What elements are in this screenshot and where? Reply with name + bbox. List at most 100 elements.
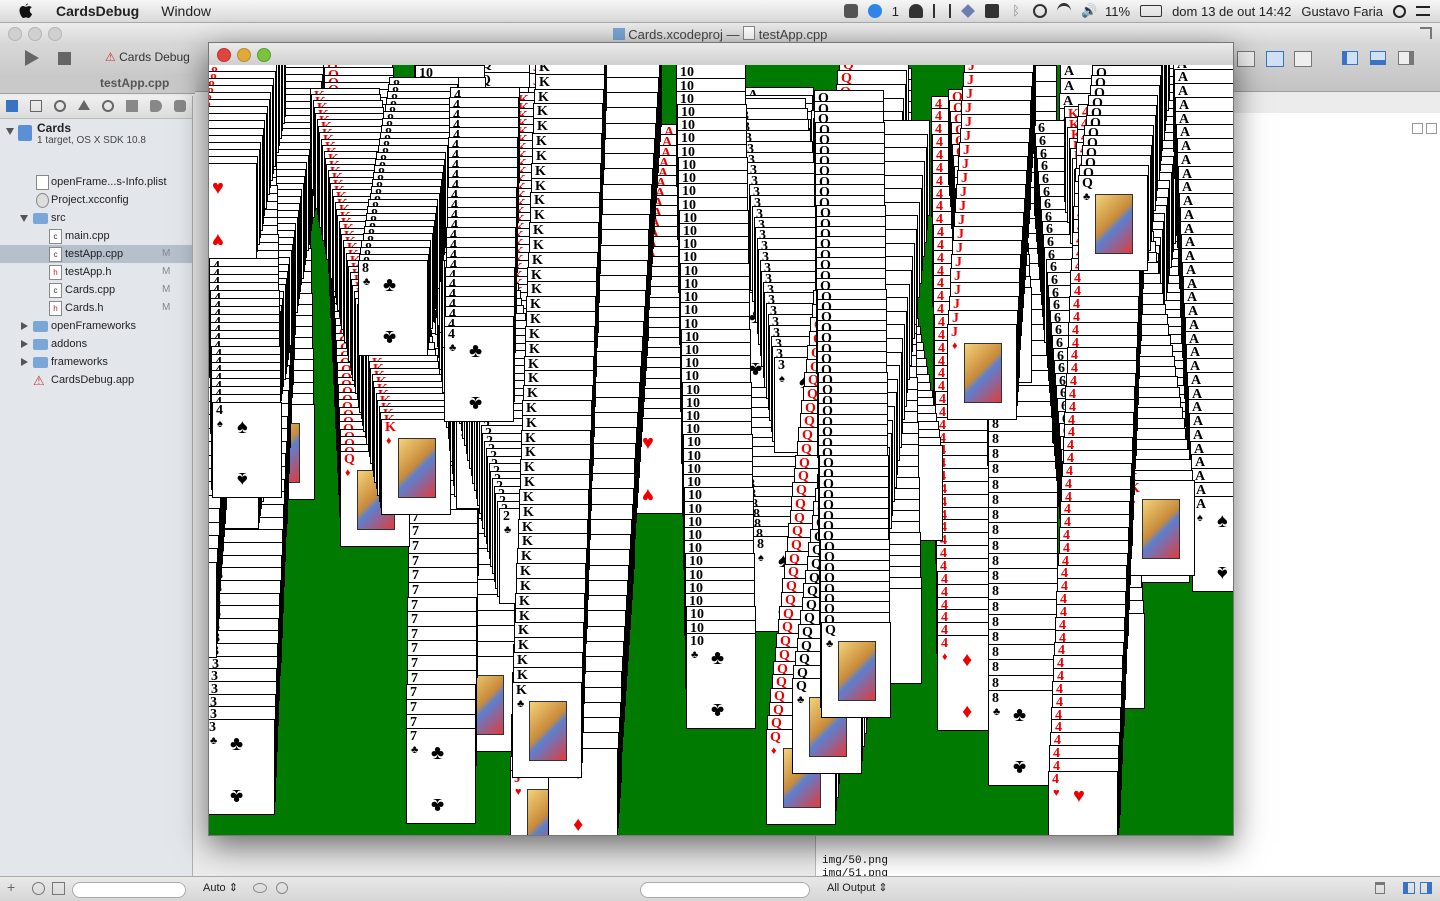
standard-editor-icon[interactable] xyxy=(1237,51,1255,67)
disclosure-closed-icon[interactable] xyxy=(21,322,28,330)
status-area: 1 ᛒ 🔊 11% dom 13 de out 14:42 Gustavo Fa… xyxy=(844,0,1430,22)
card-rank: 8 xyxy=(992,616,999,630)
list-item[interactable]: h testApp.h M xyxy=(0,263,192,281)
list-item[interactable]: addons xyxy=(0,335,192,353)
list-item[interactable]: openFrame...s-Info.plist xyxy=(0,173,192,191)
variables-scope-popup[interactable]: Auto ⇕ xyxy=(203,881,238,894)
debug-navigator-icon[interactable] xyxy=(126,100,138,112)
folder-label: addons xyxy=(51,335,87,353)
disclosure-closed-icon[interactable] xyxy=(21,358,28,366)
app-menu[interactable]: CardsDebug xyxy=(56,3,139,19)
wifi-icon[interactable] xyxy=(1057,3,1071,20)
card-rank: Q xyxy=(344,453,355,467)
volume-icon[interactable]: 🔊 xyxy=(1081,4,1095,18)
disclosure-closed-icon[interactable] xyxy=(21,340,28,348)
close-editor-icon[interactable] xyxy=(1426,123,1437,134)
folder-icon xyxy=(33,357,48,368)
apple-icon[interactable] xyxy=(18,3,34,19)
list-item[interactable]: frameworks xyxy=(0,353,192,371)
cards-app-window: 5♣♣♣5♣♣♣5♣♣♣5♣♣♣5♣♣♣5♣♣♣5♣♣♣5♣♣♣5♣♣♣5♣♣♣… xyxy=(208,42,1234,836)
list-item[interactable]: h Cards.h M xyxy=(0,299,192,317)
list-item[interactable]: src xyxy=(0,209,192,227)
card-canvas[interactable]: 5♣♣♣5♣♣♣5♣♣♣5♣♣♣5♣♣♣5♣♣♣5♣♣♣5♣♣♣5♣♣♣5♣♣♣… xyxy=(209,65,1233,835)
show-variables-icon[interactable] xyxy=(1403,882,1415,894)
close-button[interactable] xyxy=(217,48,231,62)
list-item[interactable]: c testApp.cpp M xyxy=(0,245,192,263)
output-scope-popup[interactable]: All Output ⇕ xyxy=(827,881,888,894)
list-item[interactable]: c main.cpp xyxy=(0,227,192,245)
quicklook-icon[interactable] xyxy=(253,883,267,893)
spotlight-icon[interactable] xyxy=(1393,5,1406,18)
cpp-file-icon xyxy=(743,26,755,40)
list-item[interactable]: ⚠ CardsDebug.app xyxy=(0,371,192,389)
version-editor-icon[interactable] xyxy=(1294,51,1312,67)
navigator-filter-field[interactable] xyxy=(72,882,186,898)
trash-icon[interactable] xyxy=(1375,882,1385,894)
card-rank: 7 xyxy=(411,613,418,627)
add-editor-icon[interactable] xyxy=(1412,123,1423,134)
info-icon[interactable] xyxy=(276,882,288,894)
menu-window[interactable]: Window xyxy=(161,3,211,19)
toggle-debug-area-icon[interactable] xyxy=(1370,51,1386,65)
card-pip: ♦ xyxy=(962,702,972,722)
facebook-icon[interactable] xyxy=(985,4,999,18)
time-machine-icon[interactable] xyxy=(1033,4,1047,18)
test-navigator-icon[interactable] xyxy=(102,100,114,112)
playing-card: K♦ xyxy=(381,419,451,515)
list-item[interactable]: Project.xcconfig xyxy=(0,191,192,209)
notification-center-icon[interactable] xyxy=(1416,6,1430,16)
card-rank: 7 xyxy=(410,701,417,715)
dropbox-icon[interactable] xyxy=(961,4,975,18)
tab-testapp-cpp[interactable]: testApp.cpp xyxy=(100,76,169,90)
bottom-bar: + Auto ⇕ All Output ⇕ xyxy=(0,876,1440,901)
assistant-editor-icon[interactable] xyxy=(1266,51,1284,67)
scheme-selector[interactable]: ⚠ Cards Debug xyxy=(105,50,190,64)
hat-icon[interactable] xyxy=(909,4,923,18)
symbol-navigator-icon[interactable] xyxy=(30,100,42,112)
fullscreen-icon[interactable] xyxy=(1420,27,1432,39)
show-console-icon[interactable] xyxy=(1420,882,1432,894)
user-name[interactable]: Gustavo Faria xyxy=(1301,4,1383,19)
card-rank: 8 xyxy=(992,524,999,538)
list-item[interactable]: c Cards.cpp M xyxy=(0,281,192,299)
disclosure-open-icon[interactable] xyxy=(6,128,14,135)
variables-filter-field[interactable] xyxy=(640,882,810,898)
recent-files-icon[interactable] xyxy=(32,882,45,895)
log-navigator-icon[interactable] xyxy=(174,100,186,112)
zoom-button[interactable] xyxy=(257,48,271,62)
card-rank: 8 xyxy=(992,692,999,706)
card-pip: ♠ xyxy=(779,374,785,385)
app-title-bar xyxy=(209,43,1233,66)
menu-bar: CardsDebug Window 1 ᛒ 🔊 11% dom 13 de ou… xyxy=(0,0,1440,23)
toggle-utilities-icon[interactable] xyxy=(1398,51,1414,65)
project-root[interactable]: Cards 1 target, OS X SDK 10.8 xyxy=(0,122,192,152)
stop-icon[interactable] xyxy=(58,52,71,65)
card-rank: 8 xyxy=(992,601,999,615)
clock[interactable]: dom 13 de out 14:42 xyxy=(1172,4,1291,19)
xcode-notify-icon[interactable] xyxy=(868,4,882,18)
scm-filter-icon[interactable] xyxy=(52,882,65,895)
project-navigator-icon[interactable] xyxy=(6,100,18,112)
antenna-icon[interactable] xyxy=(933,4,951,18)
list-item[interactable]: openFrameworks xyxy=(0,317,192,335)
toggle-navigator-icon[interactable] xyxy=(1342,51,1358,65)
battery-icon[interactable] xyxy=(1140,5,1162,17)
run-icon[interactable] xyxy=(22,49,40,67)
editor-area[interactable] xyxy=(1233,113,1440,653)
card-pip: ♥ xyxy=(515,787,522,798)
output-scope-label: All Output xyxy=(827,882,875,894)
cpp-file-icon: c xyxy=(49,247,62,262)
evernote-icon[interactable] xyxy=(844,4,858,18)
add-icon[interactable]: + xyxy=(7,879,15,895)
minimize-button[interactable] xyxy=(237,48,251,62)
card-rank: 8 xyxy=(992,570,999,584)
navigator-selector-bar xyxy=(0,96,192,119)
breakpoint-navigator-icon[interactable] xyxy=(150,100,162,112)
disclosure-open-icon[interactable] xyxy=(20,215,28,222)
bluetooth-icon[interactable]: ᛒ xyxy=(1009,4,1023,18)
card-rank: 7 xyxy=(412,584,419,598)
issue-navigator-icon[interactable] xyxy=(78,100,90,110)
search-navigator-icon[interactable] xyxy=(54,100,66,112)
modified-badge: M xyxy=(162,245,170,263)
card-rank: 3 xyxy=(209,721,216,735)
